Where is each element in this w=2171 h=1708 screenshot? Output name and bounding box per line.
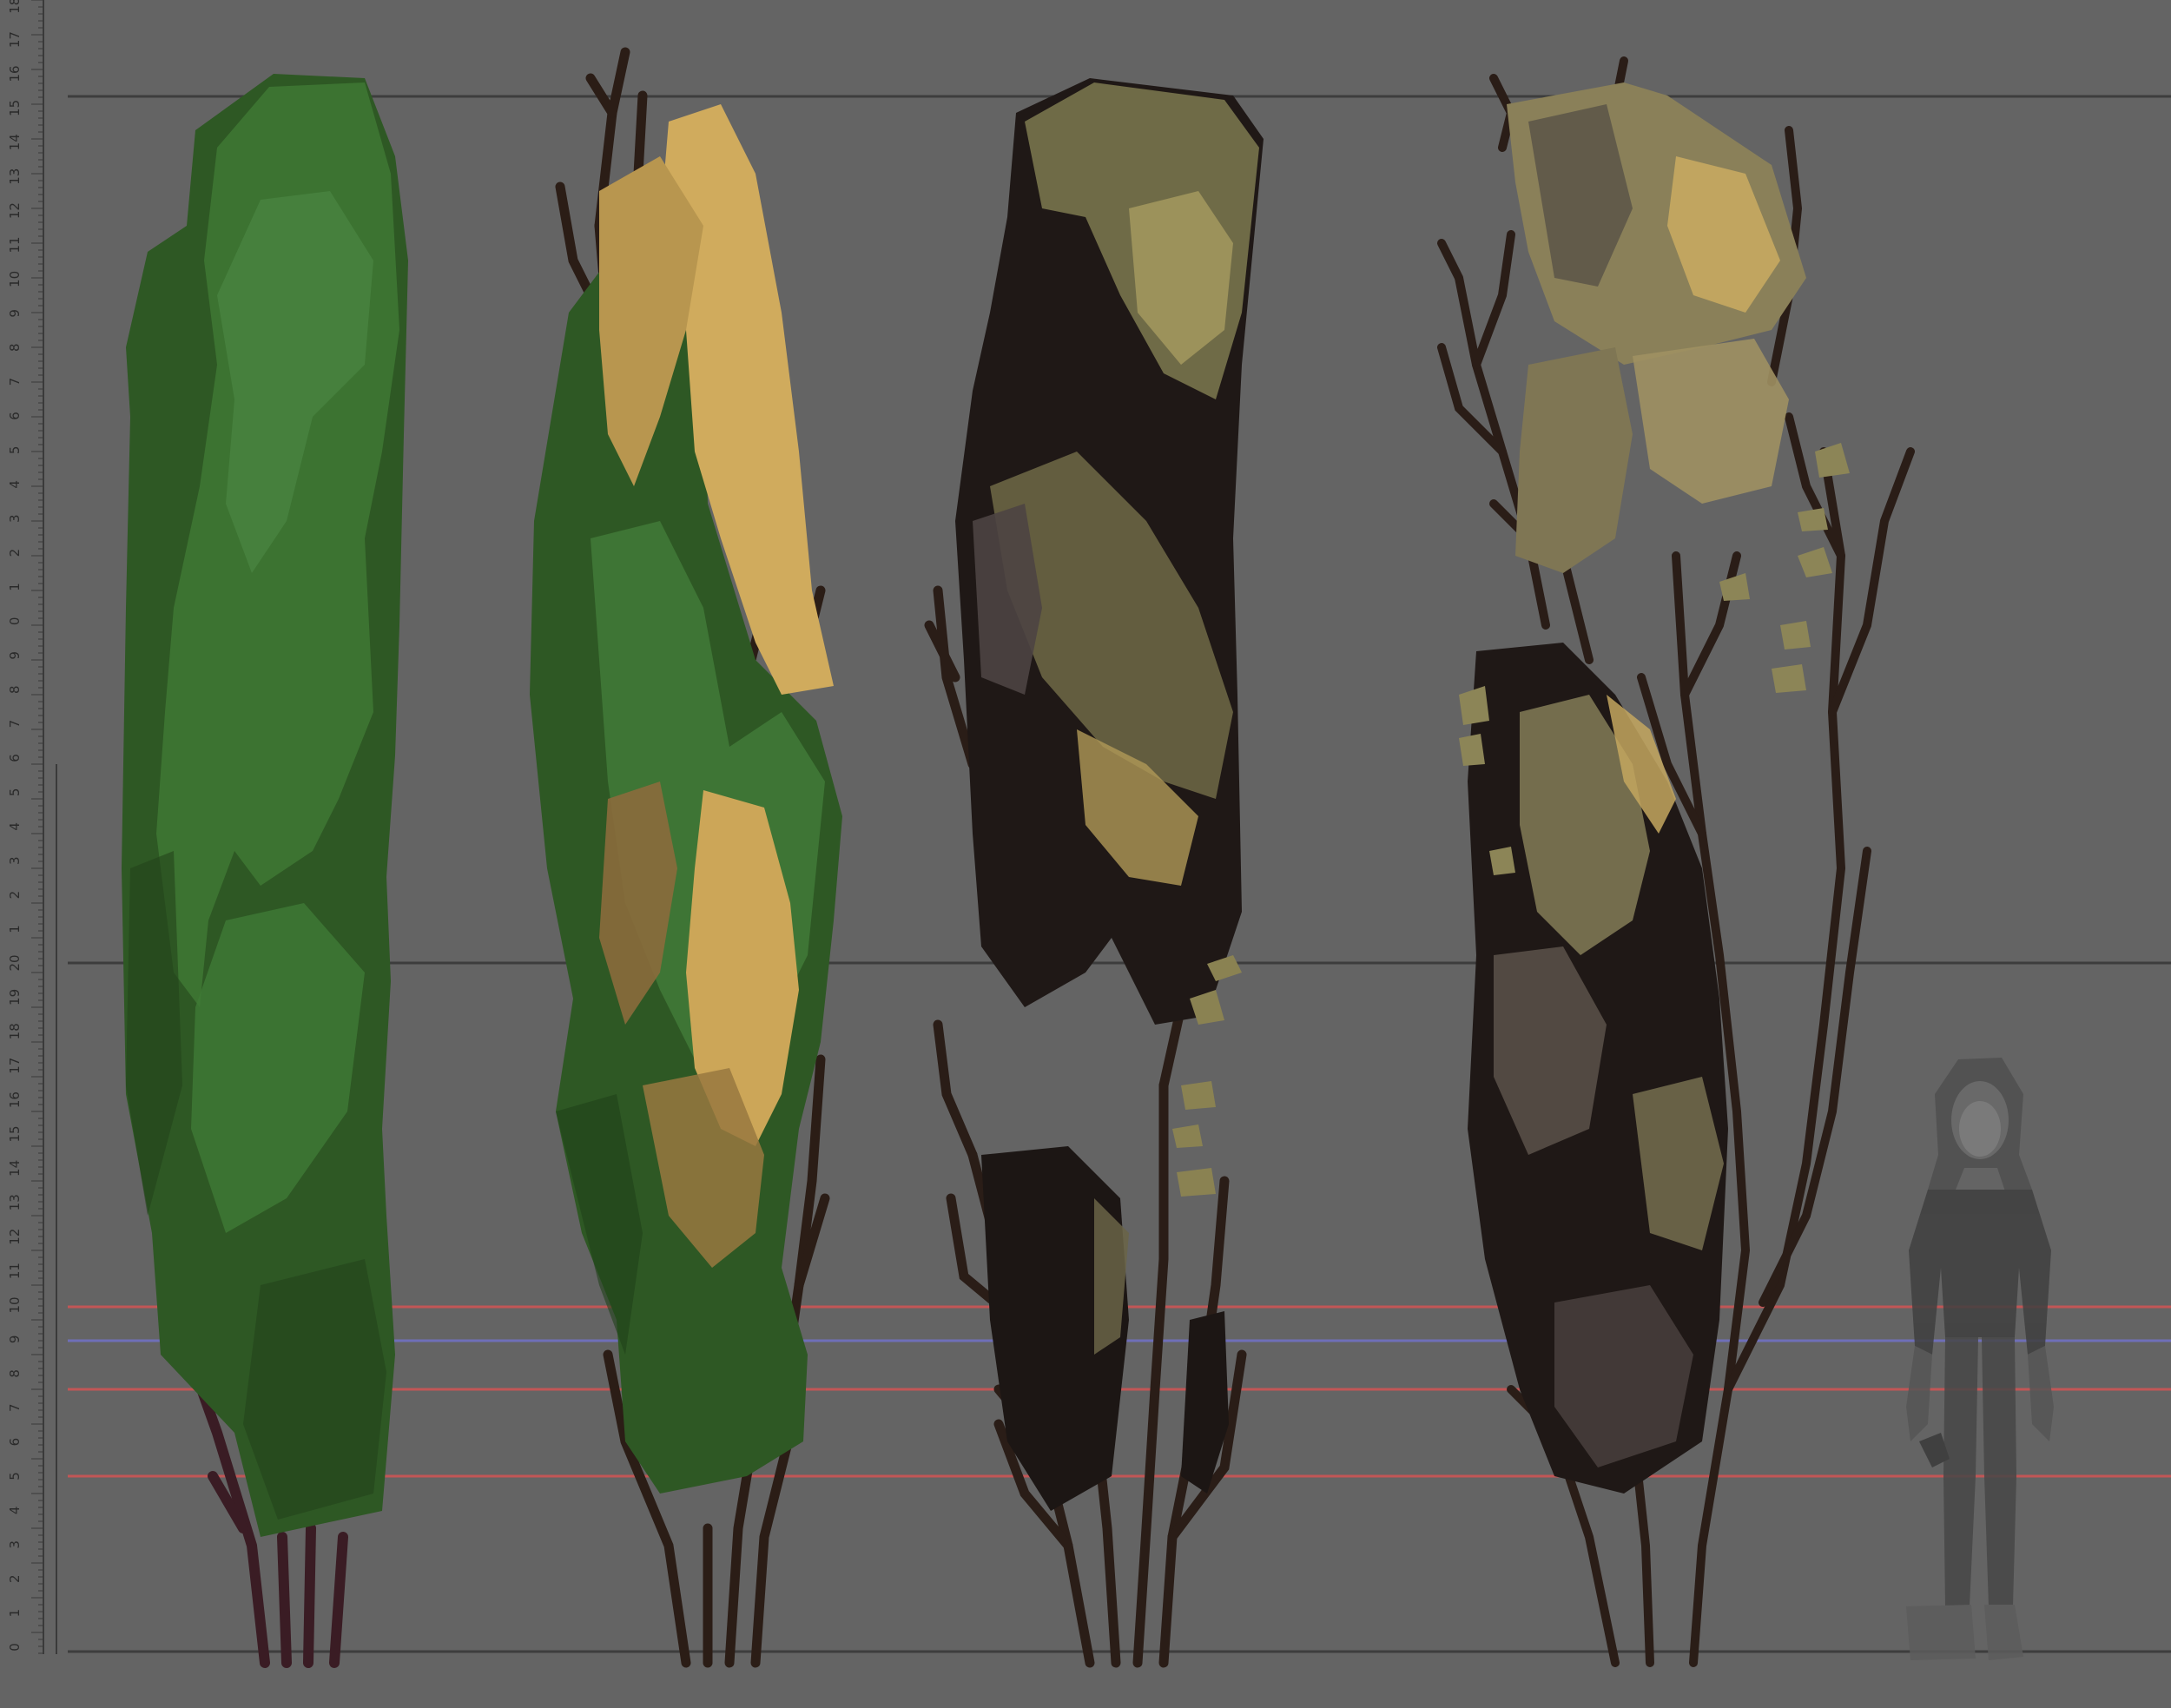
olive-shadow-tree bbox=[924, 78, 1264, 1668]
hooded-character bbox=[1906, 1058, 2054, 1660]
sparse-branch-tree bbox=[1437, 56, 1915, 1667]
green-foliage-tree bbox=[122, 74, 408, 1668]
green-and-yellow-tree bbox=[530, 47, 842, 1668]
concept-canvas: 1 2 3 4 5 6 7 8 9 0 1 2 3 4 5 6 7 8 9 10 11 12 13 14 15 16 17 18 01… bbox=[0, 0, 2171, 1708]
